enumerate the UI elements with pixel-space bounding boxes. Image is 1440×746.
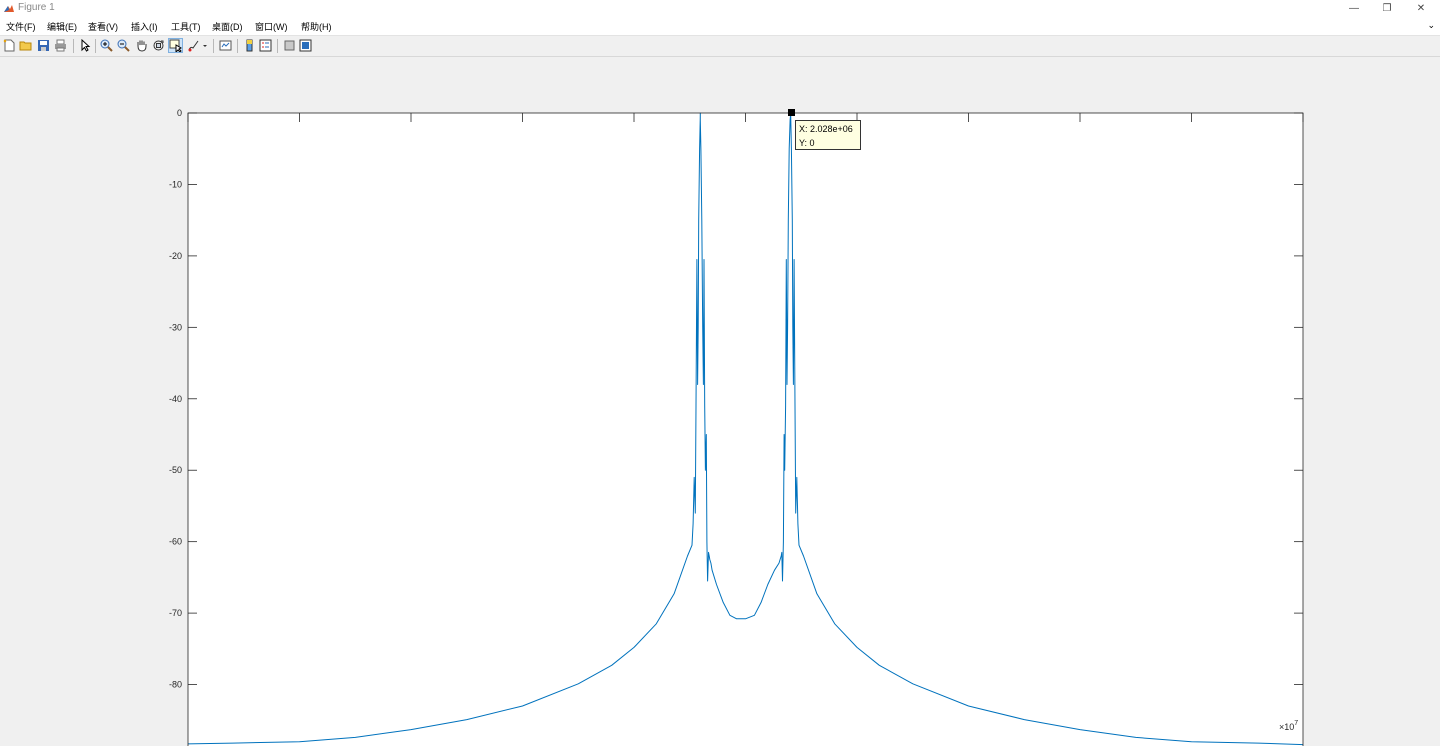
hide-plot-tools-icon[interactable] [283, 39, 296, 52]
menu-file[interactable]: 文件(F) [6, 20, 36, 33]
open-file-icon[interactable] [19, 39, 32, 52]
y-tick-label: -50 [169, 465, 182, 475]
y-tick-label: -60 [169, 537, 182, 547]
window-title: Figure 1 [18, 2, 55, 13]
menu-help[interactable]: 帮助(H) [301, 20, 332, 33]
brush-icon[interactable] [187, 39, 200, 52]
legend-icon[interactable] [259, 39, 272, 52]
restore-button[interactable]: ❐ [1371, 0, 1403, 17]
brush-dropdown-icon[interactable] [201, 39, 209, 52]
print-icon[interactable] [54, 39, 67, 52]
minimize-icon: — [1349, 3, 1359, 14]
y-tick-label: -70 [169, 608, 182, 618]
y-tick-label: 0 [177, 108, 182, 118]
toolbar-separator [95, 39, 96, 53]
zoom-out-icon[interactable] [117, 39, 130, 52]
plot-figure: ×107 -2.5-2-1.5-1-0.500.511.522.50-10-20… [169, 108, 1304, 746]
menu-insert[interactable]: 插入(I) [131, 20, 158, 33]
toolbar-separator [277, 39, 278, 53]
y-tick-label: -20 [169, 251, 182, 261]
rotate-3d-icon[interactable] [152, 39, 165, 52]
close-icon: ✕ [1416, 3, 1426, 14]
toolbar-separator [213, 39, 214, 53]
menu-window[interactable]: 窗口(W) [255, 20, 288, 33]
datatip-x-value: X: 2.028e+06 [799, 124, 853, 134]
y-tick-label: -30 [169, 322, 182, 332]
toolbar-separator [73, 39, 74, 53]
matlab-logo-icon [3, 2, 15, 15]
toolbar-separator [237, 39, 238, 53]
close-button[interactable]: ✕ [1405, 0, 1437, 17]
y-tick-label: -80 [169, 680, 182, 690]
axes-background[interactable] [188, 113, 1303, 746]
minimize-button[interactable]: — [1338, 0, 1370, 17]
menu-overflow-icon[interactable]: ⌄ [1427, 20, 1435, 31]
restore-icon: ❐ [1382, 3, 1392, 14]
data-cursor-icon[interactable] [168, 38, 183, 53]
menu-bar: 文件(F) 编辑(E) 查看(V) 插入(I) 工具(T) 桌面(D) 窗口(W… [0, 17, 1440, 36]
y-tick-label: -10 [169, 179, 182, 189]
figure-toolbar [0, 36, 1440, 57]
datatip[interactable]: X: 2.028e+06 Y: 0 [795, 120, 861, 150]
datatip-y-value: Y: 0 [799, 138, 815, 148]
title-bar: Figure 1 — ❐ ✕ [0, 0, 1440, 17]
new-figure-icon[interactable] [3, 39, 16, 52]
show-plot-tools-icon[interactable] [299, 39, 312, 52]
menu-desktop[interactable]: 桌面(D) [212, 20, 243, 33]
menu-tools[interactable]: 工具(T) [171, 20, 201, 33]
zoom-in-icon[interactable] [100, 39, 113, 52]
link-plot-icon[interactable] [219, 39, 232, 52]
datatip-marker[interactable] [788, 109, 795, 116]
pan-hand-icon[interactable] [135, 39, 148, 52]
y-tick-label: -40 [169, 394, 182, 404]
save-icon[interactable] [37, 39, 50, 52]
menu-view[interactable]: 查看(V) [88, 20, 118, 33]
edit-plot-arrow-icon[interactable] [79, 39, 92, 52]
menu-edit[interactable]: 编辑(E) [47, 20, 77, 33]
colorbar-icon[interactable] [243, 39, 256, 52]
